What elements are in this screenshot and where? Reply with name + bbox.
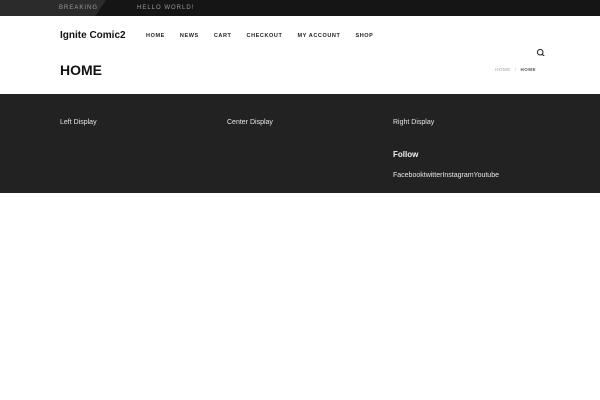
footer-widgets: Left Display Center Display Right Displa… bbox=[0, 94, 600, 193]
follow-link-instagram[interactable]: Instagram bbox=[442, 171, 473, 180]
page-title: HOME bbox=[60, 62, 102, 78]
follow-link-facebook[interactable]: Facebook bbox=[393, 171, 424, 180]
nav-item-shop[interactable]: SHOP bbox=[355, 32, 373, 40]
follow-link-twitter[interactable]: twitter bbox=[424, 171, 443, 180]
breadcrumb: HOME / HOME bbox=[495, 67, 536, 73]
follow-link-youtube[interactable]: Youtube bbox=[474, 171, 499, 180]
widget-center-title: Center Display bbox=[227, 119, 273, 126]
top-breaking-bar: BREAKING HELLO WORLD! bbox=[0, 0, 600, 16]
nav-item-home[interactable]: HOME bbox=[146, 32, 165, 40]
site-title[interactable]: Ignite Comic2 bbox=[60, 30, 126, 42]
nav-item-my-account[interactable]: MY ACCOUNT bbox=[297, 32, 340, 40]
page-title-band: HOME HOME / HOME bbox=[0, 56, 600, 94]
breaking-headline[interactable]: HELLO WORLD! bbox=[137, 4, 194, 12]
page-content bbox=[0, 193, 600, 400]
main-nav: HOME NEWS CART CHECKOUT MY ACCOUNT SHOP bbox=[146, 32, 388, 40]
follow-title: Follow bbox=[393, 150, 419, 159]
nav-item-news[interactable]: NEWS bbox=[180, 32, 199, 40]
breadcrumb-home-link[interactable]: HOME bbox=[495, 67, 511, 72]
breaking-label: BREAKING bbox=[59, 5, 99, 11]
nav-item-cart[interactable]: CART bbox=[214, 32, 232, 40]
breadcrumb-current: HOME bbox=[520, 67, 536, 72]
site-header: Ignite Comic2 HOME NEWS CART CHECKOUT MY… bbox=[0, 16, 600, 58]
nav-item-checkout[interactable]: CHECKOUT bbox=[247, 32, 283, 40]
widget-right-title: Right Display bbox=[393, 119, 435, 126]
breadcrumb-separator: / bbox=[514, 67, 517, 72]
widget-left-title: Left Display bbox=[60, 119, 97, 126]
follow-links: Facebook twitter Instagram Youtube bbox=[393, 171, 499, 180]
